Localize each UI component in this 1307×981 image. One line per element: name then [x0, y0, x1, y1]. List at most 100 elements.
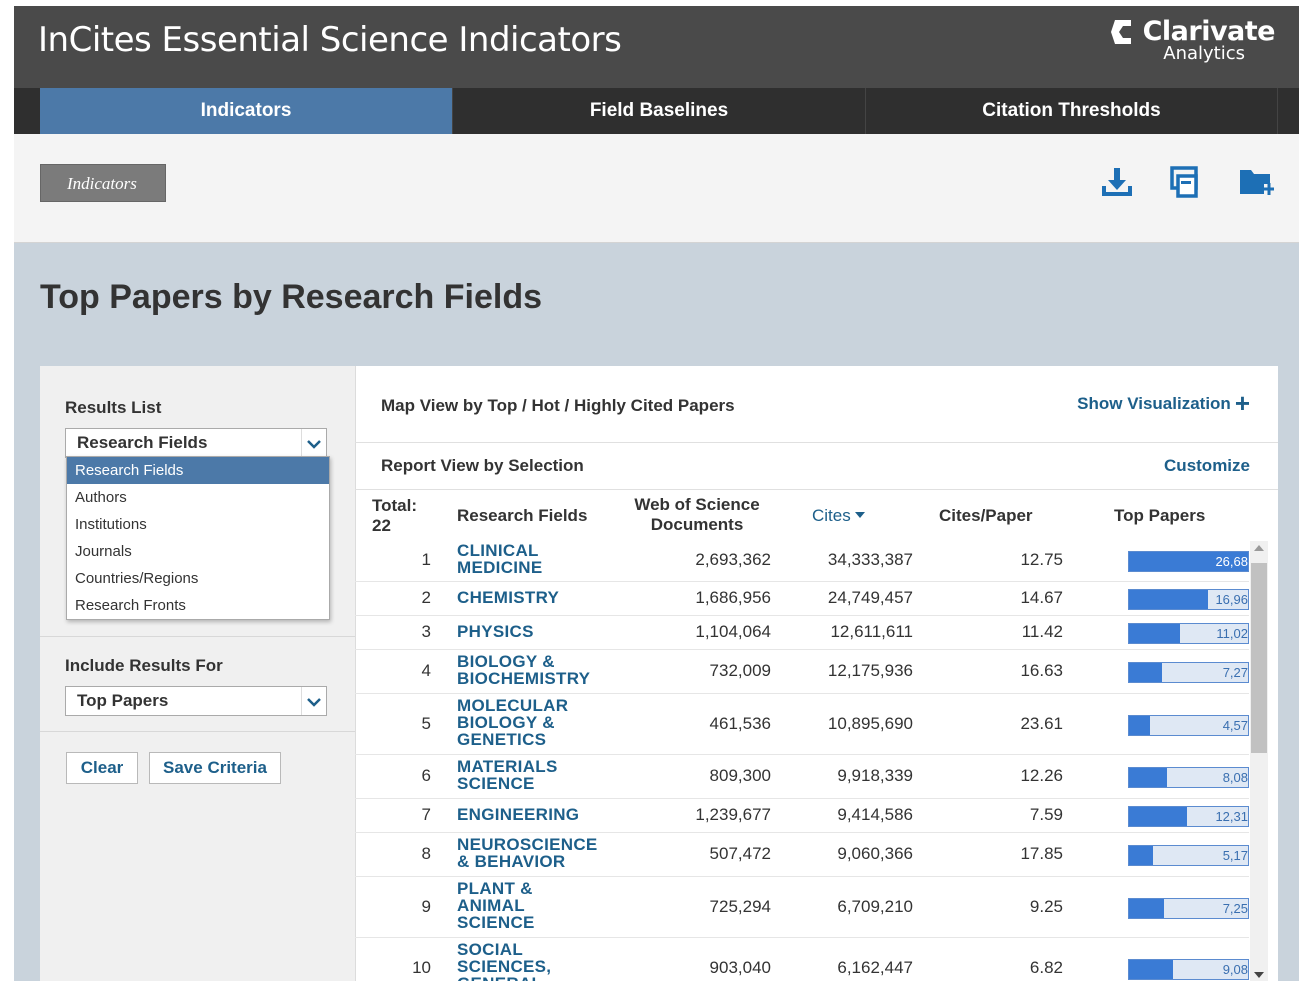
- row-research-field-link[interactable]: ENGINEERING: [457, 806, 617, 823]
- total-count: 22: [372, 516, 391, 535]
- scroll-down-icon[interactable]: [1254, 972, 1264, 978]
- row-wos-documents: 461,536: [709, 713, 771, 733]
- top-papers-value: 26,68: [1215, 553, 1248, 569]
- report-area: Map View by Top / Hot / Highly Cited Pap…: [355, 366, 1278, 981]
- table-row: 6 MATERIALS SCIENCE 809,300 9,918,339 12.26 8,…: [355, 754, 1249, 799]
- row-cites: 24,749,457: [827, 588, 913, 607]
- scroll-thumb[interactable]: [1251, 563, 1267, 753]
- row-cites-per-paper: 12.26: [1020, 766, 1063, 785]
- row-research-field-link[interactable]: NEUROSCIENCE & BEHAVIOR: [457, 836, 617, 870]
- field-name-line: SCIENCES,: [457, 957, 552, 976]
- app-window: InCites Essential Science Indicators Cla…: [14, 6, 1299, 981]
- top-papers-bar-fill: [1129, 768, 1168, 787]
- top-papers-bar-fill: [1129, 590, 1208, 609]
- field-name-line: & BEHAVIOR: [457, 852, 566, 871]
- row-wos-documents: 2,693,362: [695, 549, 771, 569]
- row-research-field-link[interactable]: PLANT & ANIMAL SCIENCE: [457, 880, 617, 931]
- top-papers-bar: 5,17: [1128, 845, 1249, 866]
- table-row: 3 PHYSICS 1,104,064 12,611,611 11.42 11,02: [355, 615, 1249, 650]
- top-papers-value: 11,02: [1216, 626, 1248, 641]
- top-papers-bar-fill: [1129, 624, 1181, 643]
- top-papers-bar-fill: [1129, 663, 1163, 682]
- row-cites: 6,709,210: [837, 896, 913, 916]
- row-cites-per-paper: 23.61: [1020, 713, 1063, 733]
- header-wos-documents: Web of Science Documents: [630, 495, 764, 535]
- top-papers-bar: 26,68: [1128, 550, 1249, 572]
- field-name-line: BIOLOGY &: [457, 652, 555, 671]
- top-papers-value: 9,08: [1222, 961, 1248, 977]
- top-papers-value: 8,08: [1222, 770, 1248, 785]
- dropdown-option-authors[interactable]: Authors: [67, 484, 329, 511]
- row-research-field-link[interactable]: MOLECULAR BIOLOGY & GENETICS: [457, 697, 617, 748]
- row-rank: 7: [421, 805, 431, 824]
- row-rank: 5: [421, 713, 431, 733]
- dropdown-option-countries-regions[interactable]: Countries/Regions: [67, 565, 329, 592]
- table-scrollbar[interactable]: [1250, 541, 1268, 981]
- show-visualization-link[interactable]: Show Visualization +: [1077, 390, 1250, 416]
- field-name-line: SCIENCE: [457, 774, 535, 793]
- tab-field-baselines[interactable]: Field Baselines: [453, 88, 866, 134]
- table-row: 5 MOLECULAR BIOLOGY & GENETICS 461,536 10,895…: [355, 693, 1249, 755]
- table-row: 10 SOCIALSCIENCES,GENERAL 903,040 6,162,447…: [355, 937, 1249, 981]
- tab-indicators[interactable]: Indicators: [40, 88, 453, 134]
- row-research-field-link[interactable]: SOCIALSCIENCES,GENERAL: [457, 941, 617, 981]
- top-papers-bar-fill: [1129, 846, 1153, 865]
- top-papers-value: 16,96: [1215, 592, 1248, 607]
- row-rank: 9: [421, 896, 431, 916]
- header-cites-sort[interactable]: Cites: [812, 506, 865, 526]
- table-row: 1 CLINICAL MEDICINE 2,693,362 34,333,387 12.7…: [355, 538, 1249, 582]
- row-cites-per-paper: 11.42: [1021, 622, 1063, 641]
- scroll-up-icon[interactable]: [1254, 545, 1264, 551]
- row-cites: 9,918,339: [837, 766, 913, 785]
- include-results-select[interactable]: Top Papers: [65, 686, 327, 716]
- row-wos-documents: 1,686,956: [695, 588, 771, 607]
- dropdown-option-research-fields[interactable]: Research Fields: [67, 457, 329, 484]
- row-cites: 12,611,611: [830, 622, 913, 641]
- field-name-line: ENGINEERING: [457, 804, 580, 824]
- row-research-field-link[interactable]: CHEMISTRY: [457, 589, 617, 606]
- row-research-field-link[interactable]: CLINICAL MEDICINE: [457, 542, 617, 576]
- dropdown-option-journals[interactable]: Journals: [67, 538, 329, 565]
- row-cites-per-paper: 17.85: [1020, 844, 1063, 863]
- tab-citation-thresholds[interactable]: Citation Thresholds: [866, 88, 1278, 134]
- field-name-line: PHYSICS: [457, 621, 534, 641]
- field-name-line: BIOCHEMISTRY: [457, 669, 591, 688]
- header-wos-line2: Documents: [650, 515, 744, 534]
- top-papers-bar: 11,02: [1128, 623, 1249, 644]
- clear-button[interactable]: Clear: [66, 752, 138, 784]
- row-wos-documents: 1,104,064: [695, 622, 771, 641]
- row-wos-documents: 507,472: [709, 844, 771, 863]
- download-icon[interactable]: [1099, 164, 1135, 200]
- top-papers-value: 4,57: [1222, 717, 1248, 733]
- top-papers-bar: 12,31: [1128, 806, 1249, 827]
- dropdown-option-research-fronts[interactable]: Research Fronts: [67, 592, 329, 619]
- row-research-field-link[interactable]: MATERIALS SCIENCE: [457, 758, 617, 792]
- top-papers-bar: 9,08: [1128, 958, 1249, 980]
- breadcrumb-indicators[interactable]: Indicators: [40, 164, 166, 202]
- customize-link[interactable]: Customize: [1164, 456, 1250, 476]
- row-cites: 9,414,586: [837, 805, 913, 824]
- results-list-select[interactable]: Research Fields: [65, 428, 327, 458]
- header-research-fields: Research Fields: [457, 506, 588, 525]
- row-wos-documents: 809,300: [709, 766, 771, 785]
- field-name-line: CLINICAL: [457, 540, 539, 560]
- brand-logo: Clarivate Analytics: [1109, 16, 1276, 64]
- dropdown-option-institutions[interactable]: Institutions: [67, 511, 329, 538]
- top-papers-bar-fill: [1129, 898, 1164, 918]
- top-papers-bar: 8,08: [1128, 767, 1249, 788]
- header-cites-label: Cites: [812, 506, 851, 525]
- row-cites: 9,060,366: [837, 844, 913, 863]
- save-criteria-button[interactable]: Save Criteria: [149, 752, 281, 784]
- table-row: 8 NEUROSCIENCE & BEHAVIOR 507,472 9,060,366 1…: [355, 832, 1249, 877]
- add-folder-icon[interactable]: [1238, 164, 1274, 200]
- row-cites: 34,333,387: [827, 549, 913, 569]
- row-rank: 4: [421, 661, 431, 680]
- row-rank: 6: [421, 766, 431, 785]
- field-name-line: GENERAL: [457, 975, 617, 981]
- top-papers-value: 7,25: [1222, 900, 1248, 916]
- top-papers-bar: 16,96: [1128, 589, 1249, 610]
- print-icon[interactable]: [1167, 164, 1203, 200]
- row-research-field-link[interactable]: PHYSICS: [457, 623, 617, 640]
- field-name-line: PLANT &: [457, 879, 533, 898]
- row-research-field-link[interactable]: BIOLOGY & BIOCHEMISTRY: [457, 653, 617, 687]
